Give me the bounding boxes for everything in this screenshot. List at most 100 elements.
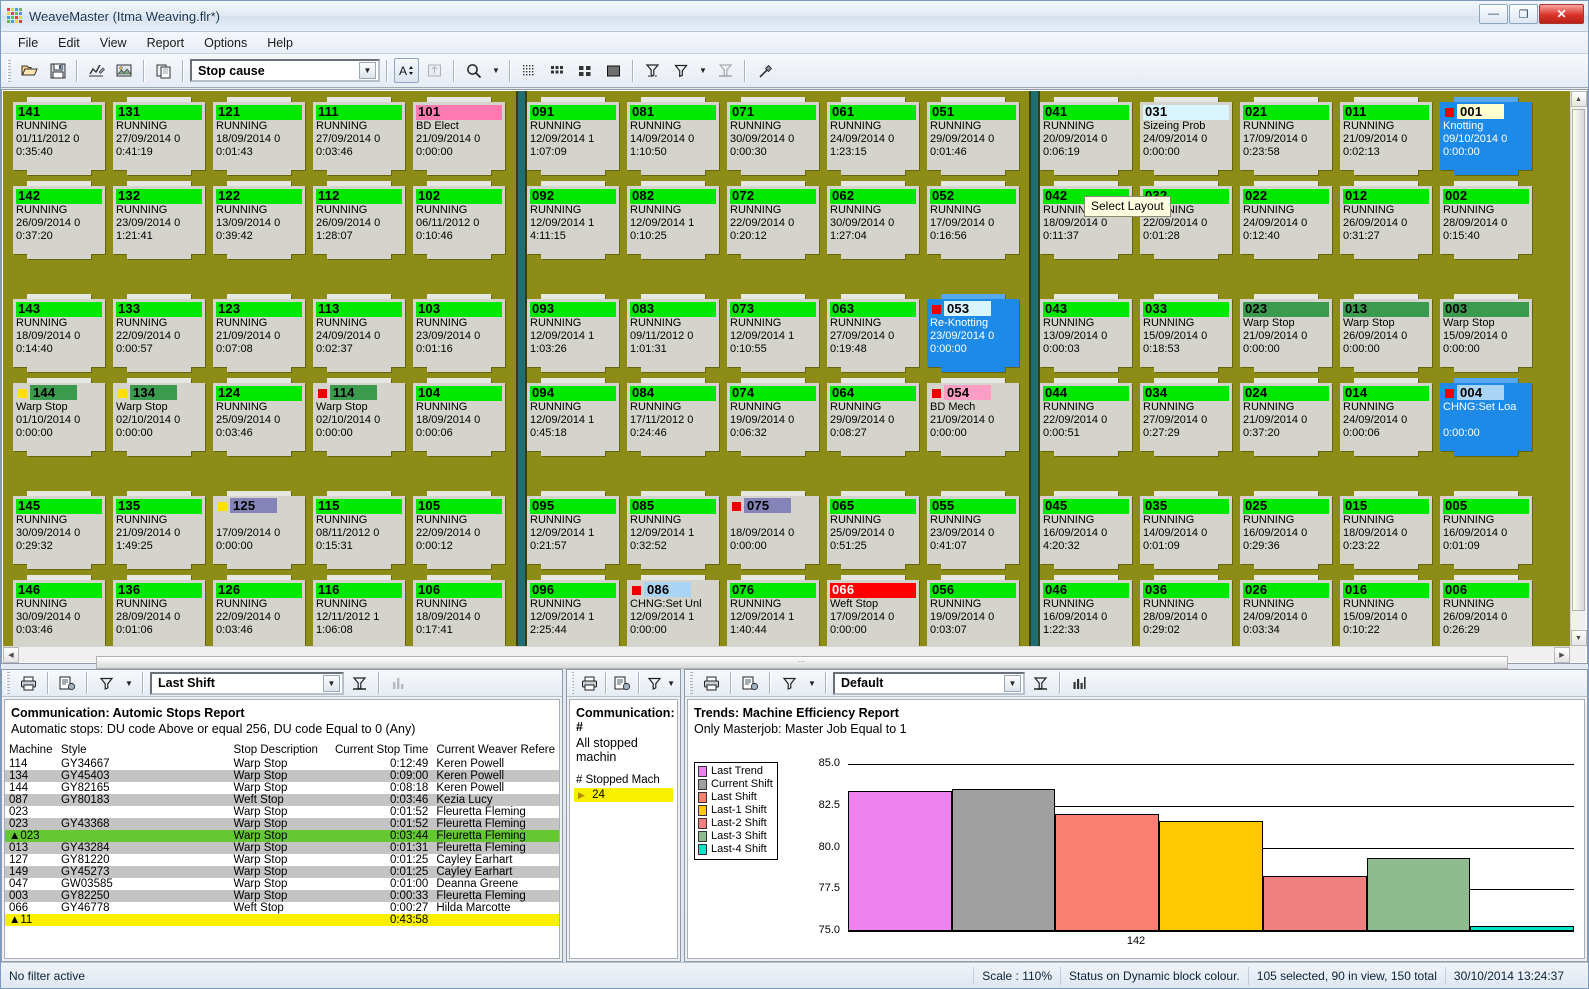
trend-preset-combo[interactable]: Default ▼: [833, 671, 1025, 695]
count-value-row[interactable]: ▶ 24: [574, 788, 673, 802]
machine-card-004[interactable]: 004 CHNG:Set Loa 0:00:00: [1440, 378, 1532, 456]
count-report-body[interactable]: Communication: # All stopped machin # St…: [569, 699, 678, 959]
trends-toolbar-grip[interactable]: [689, 672, 693, 694]
report-config-icon[interactable]: [613, 671, 632, 696]
machine-card-122[interactable]: 122 RUNNING 13/09/2014 0 0:39:42: [213, 181, 305, 259]
copy-icon[interactable]: [151, 58, 176, 83]
chevron-down-icon[interactable]: ▼: [359, 62, 376, 79]
scroll-right-button[interactable]: ▶: [1554, 646, 1570, 663]
grid-large-icon[interactable]: [573, 58, 598, 83]
machine-card-012[interactable]: 012 RUNNING 26/09/2014 0 0:31:27: [1340, 181, 1432, 259]
table-row[interactable]: 047 GW03585 Warp Stop 0:01:00 Deanna Greene: [5, 878, 559, 890]
search-icon[interactable]: [461, 58, 486, 83]
machine-card-082[interactable]: 082 RUNNING 12/09/2014 1 0:10:25: [627, 181, 719, 259]
chart-bar[interactable]: [1159, 820, 1263, 931]
machine-card-003[interactable]: 003 Warp Stop 15/09/2014 0 0:00:00: [1440, 294, 1532, 372]
table-row[interactable]: 066 GY46778 Weft Stop 0:00:27 Hilda Marcotte: [5, 902, 559, 914]
machine-card-132[interactable]: 132 RUNNING 23/09/2014 0 1:21:41: [113, 181, 205, 259]
machine-card-033[interactable]: 033 RUNNING 15/09/2014 0 0:18:53: [1140, 294, 1232, 372]
machine-card-025[interactable]: 025 RUNNING 16/09/2014 0 0:29:36: [1240, 491, 1332, 569]
machine-card-111[interactable]: 111 RUNNING 27/09/2014 0 0:03:46: [313, 97, 405, 175]
machine-card-062[interactable]: 062 RUNNING 30/09/2014 0 1:27:04: [827, 181, 919, 259]
machine-card-081[interactable]: 081 RUNNING 14/09/2014 0 1:10:50: [627, 97, 719, 175]
block-icon[interactable]: [601, 58, 626, 83]
print-icon[interactable]: [699, 671, 724, 696]
machine-card-104[interactable]: 104 RUNNING 18/09/2014 0 0:00:06: [413, 378, 505, 456]
machine-card-063[interactable]: 063 RUNNING 27/09/2014 0 0:19:48: [827, 294, 919, 372]
machine-card-023[interactable]: 023 Warp Stop 21/09/2014 0 0:00:00: [1240, 294, 1332, 372]
machine-card-021[interactable]: 021 RUNNING 17/09/2014 0 0:23:58: [1240, 97, 1332, 175]
minimize-button[interactable]: —: [1479, 4, 1508, 24]
machine-card-125[interactable]: 125 17/09/2014 0 0:00:00: [213, 491, 305, 569]
machine-card-053[interactable]: 053 Re-Knotting 23/09/2014 0 0:00:00: [927, 294, 1019, 372]
machine-card-045[interactable]: 045 RUNNING 16/09/2014 0 4:20:32: [1040, 491, 1132, 569]
machine-card-026[interactable]: 026 RUNNING 24/09/2014 0 0:03:34: [1240, 575, 1332, 646]
table-row[interactable]: 114 GY34667 Warp Stop 0:12:49 Keren Powell: [5, 758, 559, 770]
chevron-down-icon[interactable]: ▼: [323, 674, 340, 692]
table-row[interactable]: 003 GY82250 Warp Stop 0:00:33 Fleuretta Flem…: [5, 890, 559, 902]
machine-card-075[interactable]: 075 18/09/2014 0 0:00:00: [727, 491, 819, 569]
chart-bar[interactable]: [951, 789, 1056, 931]
machine-card-056[interactable]: 056 RUNNING 19/09/2014 0 0:03:07: [927, 575, 1019, 646]
chart-edit-icon[interactable]: [84, 58, 109, 83]
machine-card-055[interactable]: 055 RUNNING 23/09/2014 0 0:41:07: [927, 491, 1019, 569]
scroll-up-button[interactable]: ▲: [1570, 91, 1587, 107]
machine-card-092[interactable]: 092 RUNNING 12/09/2014 1 4:11:15: [527, 181, 619, 259]
font-size-icon[interactable]: A: [394, 58, 419, 83]
filter-icon[interactable]: [777, 671, 802, 696]
maximize-button[interactable]: ❐: [1509, 4, 1538, 24]
machine-card-084[interactable]: 084 RUNNING 17/11/2012 0 0:24:46: [627, 378, 719, 456]
machine-card-131[interactable]: 131 RUNNING 27/09/2014 0 0:41:19: [113, 97, 205, 175]
machine-card-083[interactable]: 083 RUNNING 09/11/2012 0 1:01:31: [627, 294, 719, 372]
machine-card-143[interactable]: 143 RUNNING 18/09/2014 0 0:14:40: [13, 294, 105, 372]
machine-card-126[interactable]: 126 RUNNING 22/09/2014 0 0:03:46: [213, 575, 305, 646]
hammer-icon[interactable]: [752, 58, 777, 83]
machine-card-041[interactable]: 041 RUNNING 20/09/2014 0 0:06:19: [1040, 97, 1132, 175]
filter-apply-icon[interactable]: [347, 671, 372, 696]
table-row[interactable]: 144 GY82165 Warp Stop 0:08:18 Keren Powell: [5, 782, 559, 794]
shift-combo[interactable]: Last Shift ▼: [150, 671, 344, 695]
machine-card-001[interactable]: 001 Knotting 09/10/2014 0 0:00:00: [1440, 97, 1532, 175]
machine-card-103[interactable]: 103 RUNNING 23/09/2014 0 0:01:16: [413, 294, 505, 372]
machine-card-094[interactable]: 094 RUNNING 12/09/2014 1 0:45:18: [527, 378, 619, 456]
machine-card-032[interactable]: 032RUNNING22/09/2014 00:01:28: [1140, 181, 1232, 259]
grid-fine-icon[interactable]: [517, 58, 542, 83]
menu-item-options[interactable]: Options: [195, 34, 256, 52]
machine-card-054[interactable]: 054 BD Mech 21/09/2014 0 0:00:00: [927, 378, 1019, 456]
machine-card-013[interactable]: 013 Warp Stop 26/09/2014 0 0:00:00: [1340, 294, 1432, 372]
machine-card-006[interactable]: 006 RUNNING 26/09/2014 0 0:26:29: [1440, 575, 1532, 646]
machine-card-085[interactable]: 085 RUNNING 12/09/2014 1 0:32:52: [627, 491, 719, 569]
machine-card-123[interactable]: 123 RUNNING 21/09/2014 0 0:07:08: [213, 294, 305, 372]
machine-card-136[interactable]: 136 RUNNING 28/09/2014 0 0:01:06: [113, 575, 205, 646]
chart-bar[interactable]: [848, 790, 952, 931]
table-total-row[interactable]: ▲11 0:43:58: [5, 914, 559, 926]
machine-card-046[interactable]: 046 RUNNING 16/09/2014 0 1:22:33: [1040, 575, 1132, 646]
toolbar-grip[interactable]: [7, 59, 11, 82]
chevron-down-icon[interactable]: ▼: [1004, 674, 1021, 692]
vertical-scroll-thumb[interactable]: [1571, 109, 1585, 612]
machine-card-106[interactable]: 106 RUNNING 18/09/2014 0 0:17:41: [413, 575, 505, 646]
print-icon[interactable]: [580, 671, 599, 696]
machine-card-064[interactable]: 064 RUNNING 29/09/2014 0 0:08:27: [827, 378, 919, 456]
machine-grid-canvas[interactable]: 141 RUNNING 01/11/2012 0 0:35:40 131 RUNNING 2…: [3, 91, 1570, 646]
machine-card-095[interactable]: 095 RUNNING 12/09/2014 1 0:21:57: [527, 491, 619, 569]
report-config-icon[interactable]: [55, 671, 80, 696]
machine-card-135[interactable]: 135 RUNNING 21/09/2014 0 1:49:25: [113, 491, 205, 569]
machine-card-061[interactable]: 061 RUNNING 24/09/2014 0 1:23:15: [827, 97, 919, 175]
machine-card-022[interactable]: 022 RUNNING 24/09/2014 0 0:12:40: [1240, 181, 1332, 259]
machine-card-005[interactable]: 005 RUNNING 16/09/2014 0 0:01:09: [1440, 491, 1532, 569]
filter-icon[interactable]: [646, 671, 663, 696]
trends-filter-dropdown-icon[interactable]: ▼: [805, 671, 819, 696]
menu-item-edit[interactable]: Edit: [49, 34, 89, 52]
machine-card-074[interactable]: 074 RUNNING 19/09/2014 0 0:06:32: [727, 378, 819, 456]
machine-card-145[interactable]: 145 RUNNING 30/09/2014 0 0:29:32: [13, 491, 105, 569]
efficiency-bar-chart[interactable]: Last Trend Current Shift Last Shift Last-1 …: [688, 756, 1584, 958]
filter-dropdown-icon[interactable]: ▼: [696, 58, 710, 83]
bar-chart-icon[interactable]: [1067, 671, 1092, 696]
machine-card-073[interactable]: 073 RUNNING 12/09/2014 1 0:10:55: [727, 294, 819, 372]
vertical-scrollbar[interactable]: ▲ ▼: [1570, 91, 1587, 646]
menu-item-file[interactable]: File: [9, 34, 47, 52]
machine-card-124[interactable]: 124 RUNNING 25/09/2014 0 0:03:46: [213, 378, 305, 456]
machine-card-121[interactable]: 121 RUNNING 18/09/2014 0 0:01:43: [213, 97, 305, 175]
table-row[interactable]: ▲023 Warp Stop 0:03:44 Fleuretta Fleming: [5, 830, 559, 842]
